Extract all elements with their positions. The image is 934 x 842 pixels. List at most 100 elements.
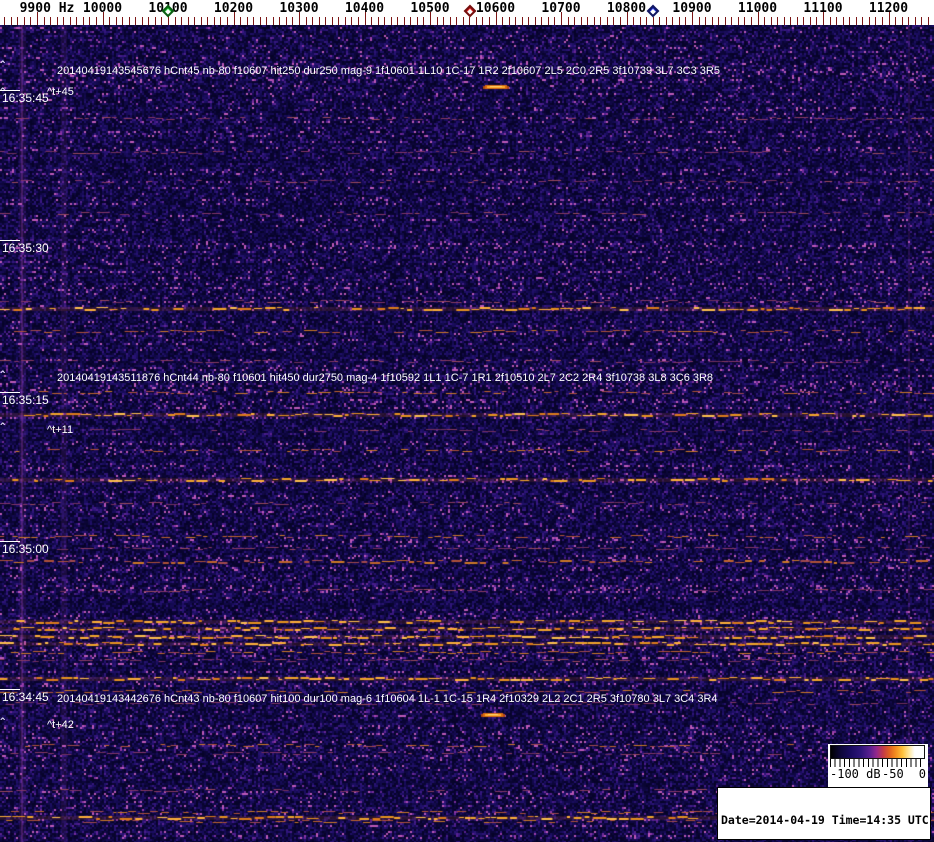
diamond-core: [467, 8, 473, 14]
station-info-box: Date=2014-04-19 Time=14:35 UTC Freq=143 …: [717, 787, 931, 840]
axis-tick: [868, 17, 870, 25]
axis-tick: [711, 17, 713, 25]
axis-tick-label: 10500: [410, 1, 450, 16]
axis-tick: [515, 17, 517, 25]
axis-tick: [914, 17, 916, 25]
legend-label-min: -100 dB: [830, 767, 881, 781]
axis-tick: [521, 17, 523, 25]
axis-tick: [82, 17, 84, 25]
axis-tick: [76, 17, 78, 25]
axis-tick: [187, 17, 189, 25]
axis-tick: [927, 17, 929, 25]
axis-tick: [253, 17, 255, 25]
axis-tick: [816, 17, 818, 25]
axis-tick: [646, 17, 648, 25]
axis-tick: [855, 17, 857, 25]
axis-tick: [744, 17, 746, 25]
axis-tick: [770, 17, 772, 25]
axis-tick: [436, 17, 438, 25]
axis-tick: [181, 17, 183, 25]
axis-tick-label: 10700: [541, 1, 581, 16]
axis-tick-label: 11000: [737, 1, 778, 16]
axis-tick: [17, 17, 19, 25]
axis-tick: [633, 17, 635, 25]
axis-tick: [718, 17, 720, 25]
blue-frequency-marker-diamond[interactable]: [646, 4, 660, 18]
axis-tick: [862, 17, 864, 25]
axis-tick: [901, 17, 903, 25]
axis-tick-label: 11100: [803, 1, 843, 16]
axis-tick: [371, 17, 373, 25]
axis-tick: [895, 17, 897, 25]
axis-tick: [777, 17, 779, 25]
axis-tick: [488, 17, 490, 25]
axis-tick: [705, 17, 707, 25]
axis-tick: [305, 17, 307, 25]
axis-tick: [141, 17, 143, 25]
legend-label-mid: -50: [882, 767, 904, 781]
legend-labels: -100 dB -50 0: [830, 767, 926, 781]
axis-tick: [803, 17, 805, 25]
axis-tick-label: 10200: [213, 1, 254, 16]
axis-tick: [174, 17, 176, 25]
info-date-time: Date=2014-04-19 Time=14:35 UTC: [721, 813, 929, 827]
axis-tick: [528, 17, 530, 25]
legend-color-gradient: [830, 745, 925, 759]
legend-tick-strip: [830, 759, 925, 767]
axis-tick: [652, 17, 654, 25]
axis-tick: [56, 17, 58, 25]
axis-tick: [475, 17, 477, 25]
axis-tick: [69, 17, 71, 25]
axis-tick: [665, 17, 667, 25]
axis-tick: [482, 17, 484, 25]
axis-tick: [469, 17, 471, 25]
axis-tick: [554, 17, 556, 25]
axis-tick: [796, 17, 798, 25]
axis-tick: [606, 17, 608, 25]
axis-tick: [390, 17, 392, 25]
axis-tick: [148, 17, 150, 25]
axis-tick: [226, 17, 228, 25]
axis-tick: [619, 17, 621, 25]
axis-tick: [593, 17, 595, 25]
axis-tick: [30, 17, 32, 25]
axis-tick: [89, 17, 91, 25]
axis-tick: [285, 17, 287, 25]
axis-tick: [508, 17, 510, 25]
axis-tick: [659, 17, 661, 25]
axis-tick: [325, 17, 327, 25]
spectrogram-waterfall-canvas[interactable]: [0, 25, 934, 842]
axis-tick: [194, 17, 196, 25]
axis-tick: [600, 17, 602, 25]
axis-tick: [750, 17, 752, 25]
axis-tick: [423, 17, 425, 25]
axis-tick: [344, 17, 346, 25]
axis-tick: [63, 17, 65, 25]
axis-tick: [580, 17, 582, 25]
axis-tick: [875, 17, 877, 25]
axis-tick: [207, 17, 209, 25]
axis-tick: [881, 17, 883, 25]
axis-tick: [161, 17, 163, 25]
frequency-axis: 9900 Hz100001010010200103001040010500106…: [0, 0, 934, 25]
axis-tick: [672, 17, 674, 25]
axis-tick-label: 9900 Hz: [19, 1, 75, 16]
axis-tick: [547, 17, 549, 25]
axis-tick: [567, 17, 569, 25]
axis-tick-label: 10900: [672, 1, 712, 16]
axis-tick: [731, 17, 733, 25]
axis-tick: [842, 17, 844, 25]
axis-tick: [95, 17, 97, 25]
axis-tick: [541, 17, 543, 25]
red-frequency-marker-diamond[interactable]: [463, 4, 477, 18]
axis-tick: [122, 17, 124, 25]
axis-tick: [220, 17, 222, 25]
axis-tick: [50, 17, 52, 25]
axis-tick: [259, 17, 261, 25]
axis-tick: [908, 17, 910, 25]
axis-tick: [410, 17, 412, 25]
axis-tick-label: 10800: [606, 1, 647, 16]
axis-tick: [154, 17, 156, 25]
axis-tick: [809, 17, 811, 25]
axis-tick-label: 11200: [868, 1, 909, 16]
